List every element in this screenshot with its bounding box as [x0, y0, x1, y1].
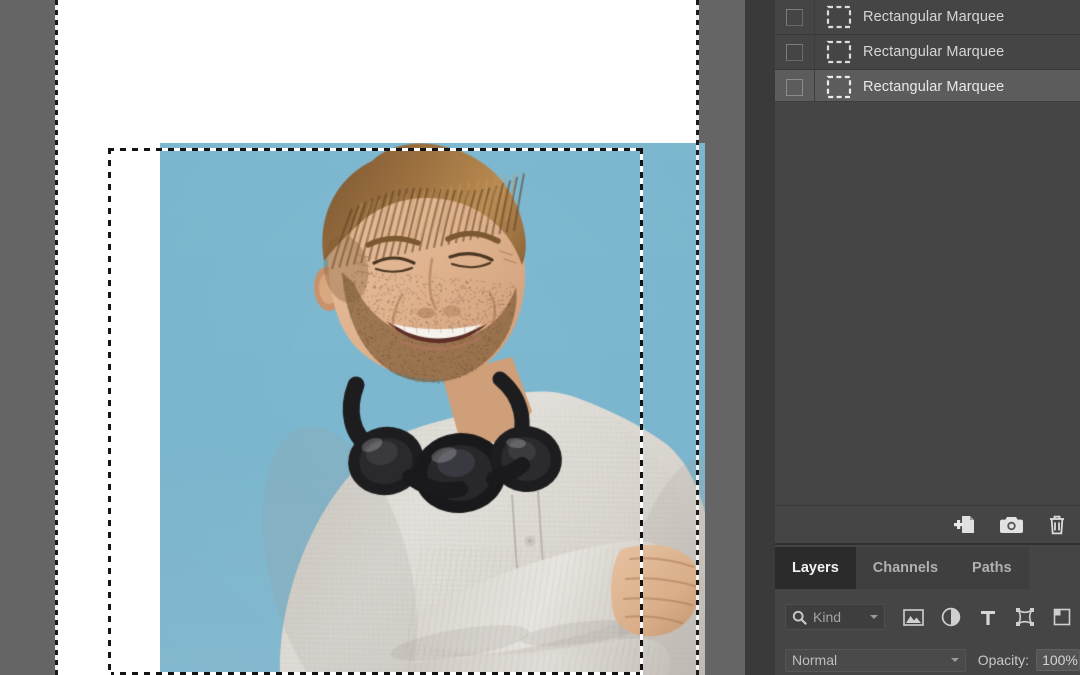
camera-icon [999, 515, 1024, 535]
tab-paths[interactable]: Paths [955, 547, 1029, 589]
layers-panel-toolbar [775, 505, 1080, 545]
table-row[interactable]: Rectangular Marquee [775, 70, 1080, 105]
blend-mode-select[interactable]: Normal [785, 649, 966, 672]
smart-object-icon [1053, 608, 1071, 626]
marquee-icon [826, 75, 852, 99]
filter-icon-group [895, 602, 1080, 632]
page-plus-icon [953, 514, 977, 536]
trash-icon [1047, 514, 1067, 536]
new-layer-from-selection-button[interactable] [942, 507, 988, 543]
tab-channels[interactable]: Channels [856, 547, 955, 589]
filter-kind-label: Kind [813, 609, 870, 625]
blend-mode-value: Normal [792, 652, 951, 668]
half-circle-icon [941, 607, 961, 627]
tab-bar-filler [1029, 547, 1080, 589]
eye-toggle-icon[interactable] [786, 44, 803, 61]
layer-thumbnail[interactable] [815, 40, 863, 64]
blend-opacity-row: Normal Opacity: 100% [775, 645, 1080, 675]
document-selection-right-edge [696, 0, 699, 675]
shape-icon [1015, 607, 1035, 627]
text-t-icon [979, 608, 997, 627]
photoshop-window: Rectangular Marquee Rectangular Marquee [0, 0, 1080, 675]
filter-shape-layers-button[interactable] [1006, 602, 1043, 632]
filter-adjustment-layers-button[interactable] [932, 602, 969, 632]
layer-visibility-toggle[interactable] [775, 0, 815, 34]
chevron-down-icon[interactable] [951, 658, 959, 662]
image-icon [903, 609, 924, 626]
layer-visibility-toggle[interactable] [775, 35, 815, 69]
layers-empty-area[interactable] [775, 101, 1080, 505]
table-row[interactable]: Rectangular Marquee [775, 35, 1080, 70]
tab-layers[interactable]: Layers [775, 547, 856, 589]
table-row[interactable]: Rectangular Marquee [775, 0, 1080, 35]
document-page[interactable] [57, 0, 698, 675]
eye-toggle-icon[interactable] [786, 9, 803, 26]
opacity-input[interactable]: 100% [1036, 649, 1080, 671]
layer-name: Rectangular Marquee [863, 79, 1004, 95]
layer-name: Rectangular Marquee [863, 44, 1004, 60]
opacity-value: 100% [1042, 652, 1078, 668]
filter-pixel-layers-button[interactable] [895, 602, 932, 632]
opacity-label: Opacity: [978, 652, 1029, 668]
filter-smart-objects-button[interactable] [1043, 602, 1080, 632]
layers-filter-row: Kind [775, 589, 1080, 645]
marquee-icon [826, 40, 852, 64]
panel-gutter [745, 0, 775, 675]
marquee-icon [826, 5, 852, 29]
right-dock: Rectangular Marquee Rectangular Marquee [775, 0, 1080, 675]
panel-tab-bar: Layers Channels Paths [775, 547, 1080, 589]
photo-layer[interactable] [160, 143, 705, 675]
layers-list[interactable]: Rectangular Marquee Rectangular Marquee [775, 0, 1080, 101]
filter-kind-select[interactable]: Kind [785, 604, 885, 630]
layer-thumbnail[interactable] [815, 5, 863, 29]
snapshot-button[interactable] [988, 507, 1034, 543]
chevron-down-icon[interactable] [870, 615, 878, 619]
eye-toggle-icon[interactable] [786, 79, 803, 96]
layer-name: Rectangular Marquee [863, 9, 1004, 25]
search-icon [792, 610, 807, 625]
layer-thumbnail[interactable] [815, 75, 863, 99]
delete-layer-button[interactable] [1034, 507, 1080, 543]
canvas-area[interactable] [0, 0, 775, 675]
layer-visibility-toggle[interactable] [775, 70, 815, 104]
filter-type-layers-button[interactable] [969, 602, 1006, 632]
photo-image [160, 143, 705, 675]
document-selection-left-edge [55, 0, 58, 675]
